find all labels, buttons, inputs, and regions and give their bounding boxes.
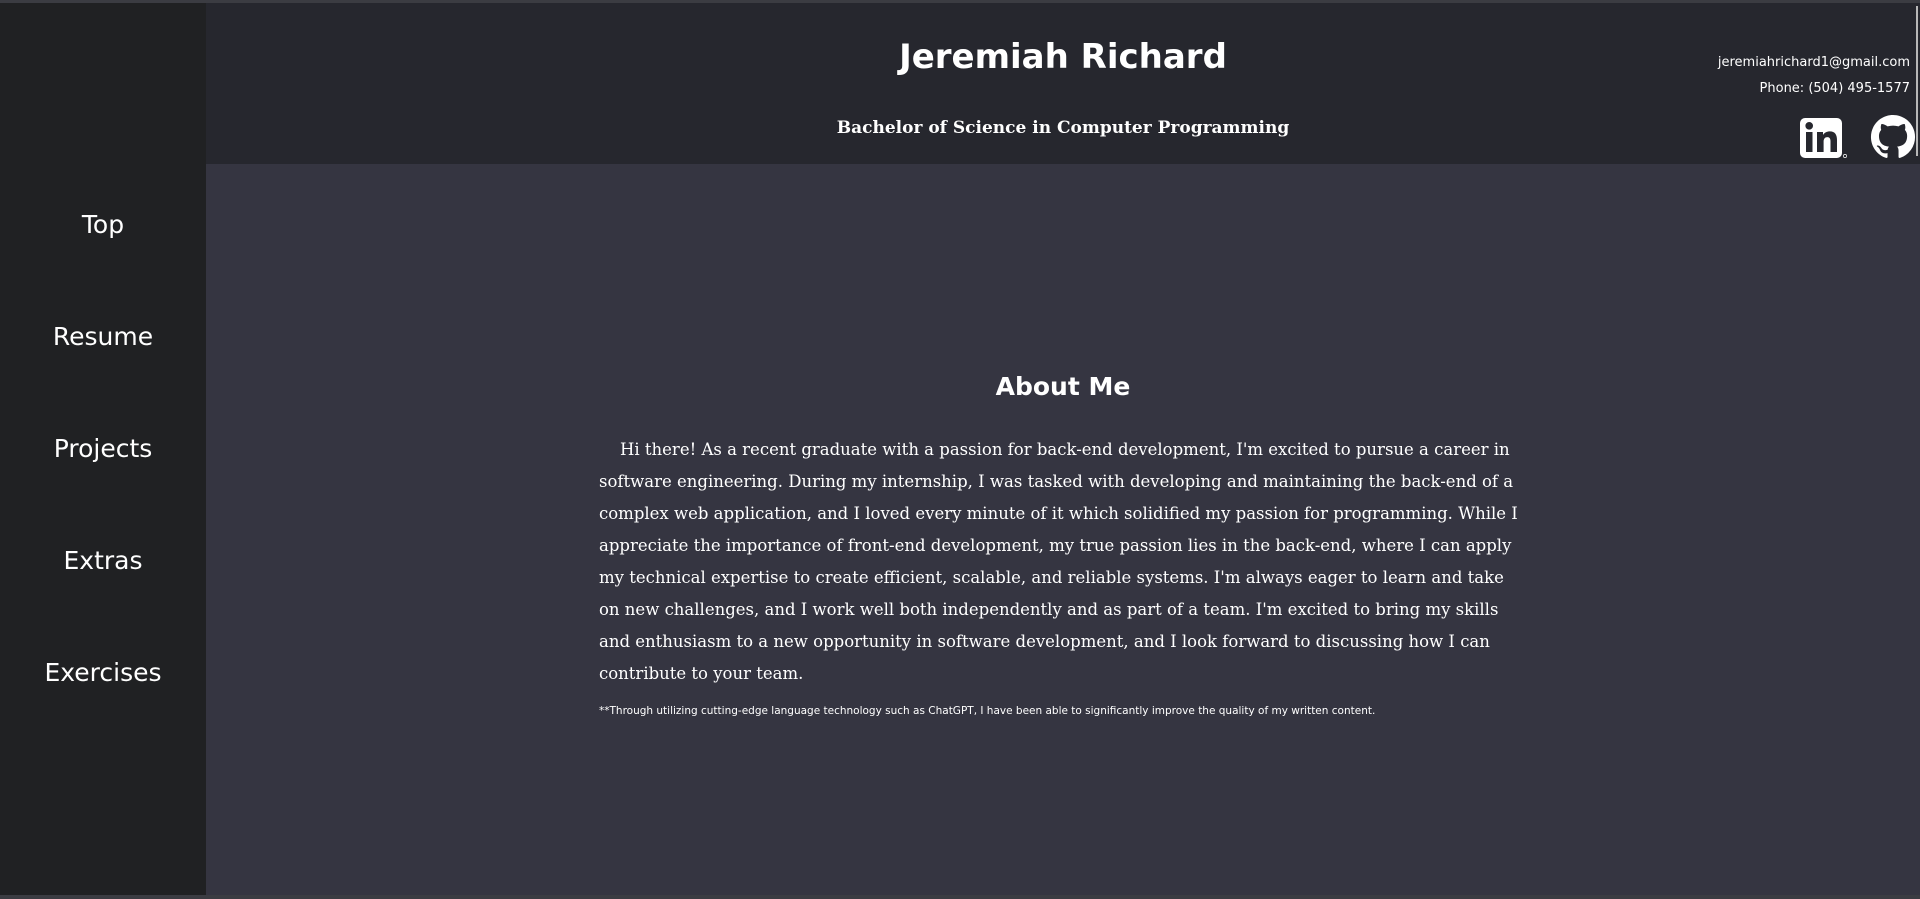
github-icon[interactable] [1870, 114, 1916, 160]
contact-email[interactable]: jeremiahrichard1@gmail.com [1718, 55, 1910, 70]
sidebar-item-projects[interactable]: Projects [0, 434, 206, 464]
sidebar-item-exercises[interactable]: Exercises [0, 658, 206, 688]
page-title: Jeremiah Richard [899, 37, 1227, 77]
degree-subtitle: Bachelor of Science in Computer Programm… [836, 118, 1290, 138]
about-heading: About Me [995, 372, 1131, 401]
about-footnote: **Through utilizing cutting-edge languag… [599, 705, 1376, 717]
sidebar-item-resume[interactable]: Resume [0, 322, 206, 352]
sidebar-item-extras[interactable]: Extras [0, 546, 206, 576]
page-header: Jeremiah Richard Bachelor of Science in … [206, 3, 1920, 164]
contact-phone: Phone: (504) 495-1577 [1759, 81, 1910, 96]
window-bottom-border [0, 895, 1920, 899]
sidebar-item-top[interactable]: Top [0, 210, 206, 240]
main-content: About Me Hi there! As a recent graduate … [206, 164, 1920, 895]
linkedin-icon[interactable] [1798, 116, 1847, 162]
about-paragraph: Hi there! As a recent graduate with a pa… [599, 440, 1518, 683]
scrollbar-thumb[interactable] [1916, 6, 1918, 156]
sidebar-nav: Top Resume Projects Extras Exercises [0, 3, 206, 895]
